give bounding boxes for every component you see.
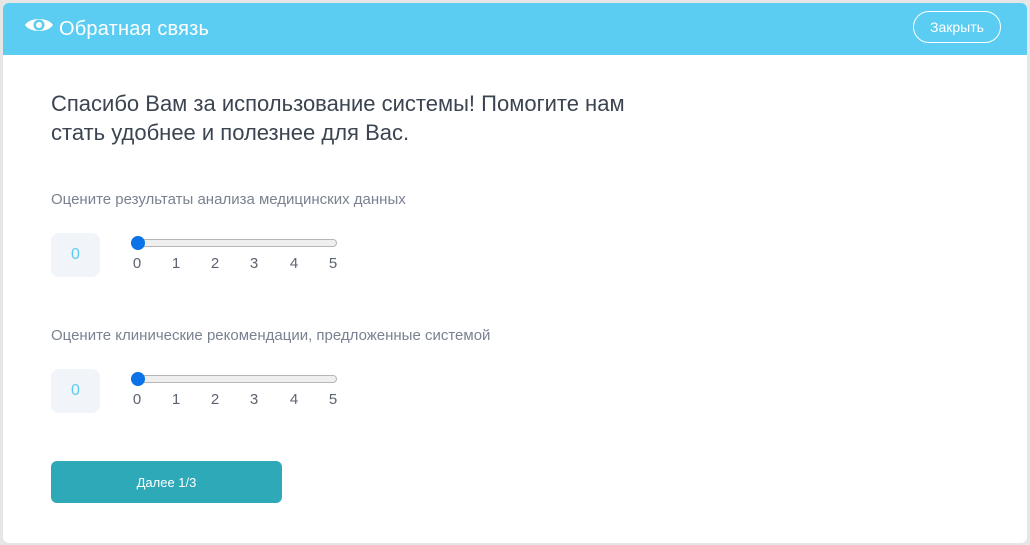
question-1-slider-thumb[interactable] [131,236,145,250]
intro-heading: Спасибо Вам за использование системы! По… [51,91,625,145]
question-1-label: Оцените результаты анализа медицинских д… [51,191,406,208]
question-2-label: Оцените клинические рекомендации, предло… [51,327,491,344]
question-1-ticks: 0 1 2 3 4 5 [129,255,345,273]
tick-label: 5 [328,255,338,272]
tick-label: 4 [289,391,299,408]
tick-label: 0 [132,391,142,408]
question-1-score: 0 [51,233,100,277]
eye-icon [25,19,53,31]
dialog-title: Обратная связь [59,18,210,40]
question-1-slider[interactable] [131,239,337,247]
question-2-ticks: 0 1 2 3 4 5 [129,391,345,409]
tick-label: 2 [210,391,220,408]
tick-label: 2 [210,255,220,272]
tick-label: 5 [328,391,338,408]
tick-label: 1 [171,255,181,272]
tick-label: 0 [132,255,142,272]
question-2-slider-thumb[interactable] [131,372,145,386]
question-2-slider[interactable] [131,375,337,383]
feedback-dialog: Обратная связь Закрыть Спасибо Вам за ис… [3,3,1027,543]
dialog-header: Обратная связь Закрыть [3,3,1027,55]
tick-label: 4 [289,255,299,272]
tick-label: 3 [249,391,259,408]
question-2-score: 0 [51,369,100,413]
next-button[interactable]: Далее 1/3 [51,461,282,503]
close-button[interactable]: Закрыть [913,11,1001,43]
tick-label: 3 [249,255,259,272]
tick-label: 1 [171,391,181,408]
